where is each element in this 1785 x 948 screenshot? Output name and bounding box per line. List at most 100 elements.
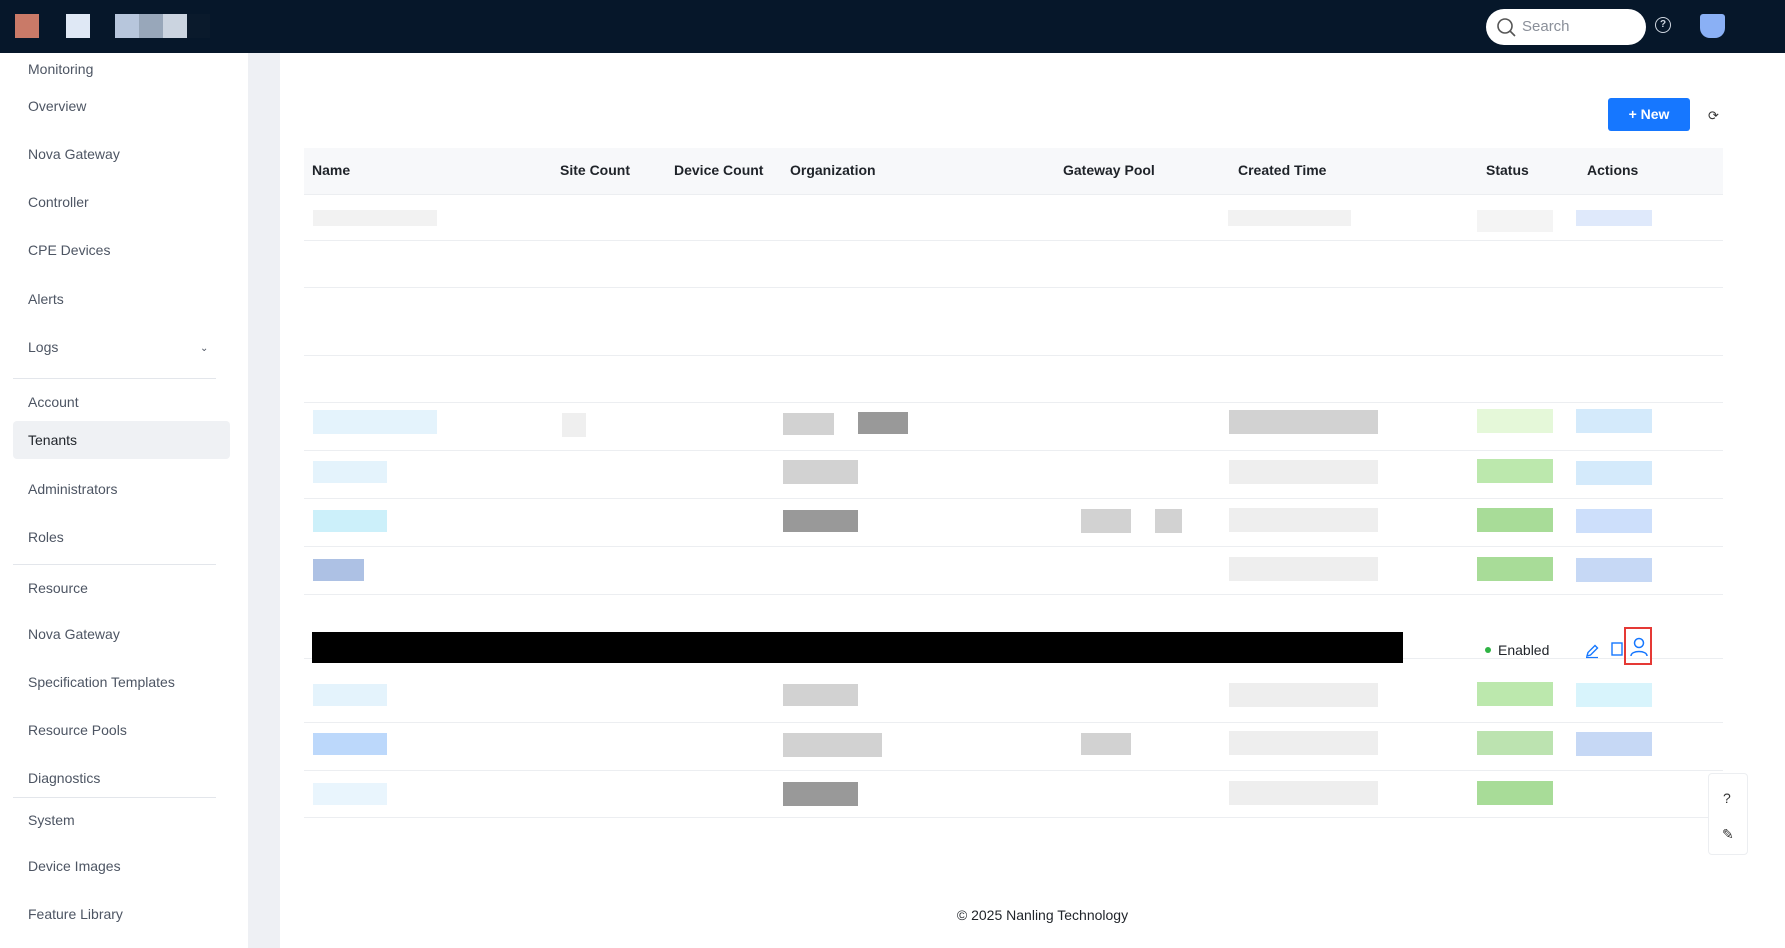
redacted-cell (1229, 781, 1378, 805)
new-tenant-button[interactable]: + New (1608, 98, 1690, 131)
redacted-cell (1081, 509, 1131, 533)
content-gutter (248, 53, 280, 948)
redacted-cell (783, 782, 858, 806)
footer-copyright: © 2025 Nanling Technology (956, 907, 1129, 923)
redacted-cell (313, 559, 364, 581)
column-header-device-count[interactable]: Device Count (674, 162, 763, 178)
sidebar-item-overview[interactable]: Overview (28, 98, 86, 114)
redacted-cell (313, 783, 387, 805)
product-name-logo (115, 14, 210, 38)
redacted-cell (1576, 558, 1652, 582)
redacted-cell (1477, 731, 1553, 755)
sidebar-item-specification-templates[interactable]: Specification Templates (28, 674, 175, 690)
redacted-cell (1477, 682, 1553, 706)
row-divider (304, 355, 1723, 356)
column-header-status[interactable]: Status (1486, 162, 1529, 178)
help-button[interactable]: ? (1723, 790, 1731, 806)
feedback-edit-button[interactable]: ✎ (1722, 826, 1734, 843)
row-divider (304, 287, 1723, 288)
table-header: Name Site Count Device Count Organizatio… (304, 148, 1723, 195)
top-navigation-bar: Search ? (0, 0, 1785, 53)
selection-highlight (1624, 627, 1652, 665)
sidebar-section-account: Account (28, 394, 79, 410)
search-input[interactable]: Search (1486, 9, 1646, 45)
sidebar-item-administrators[interactable]: Administrators (28, 481, 117, 497)
redacted-cell (1155, 509, 1182, 533)
redacted-cell (313, 210, 437, 226)
sidebar-section-resource: Resource (28, 580, 88, 596)
redacted-cell (1228, 210, 1351, 226)
search-icon (1497, 18, 1516, 37)
sidebar-item-nova-gateway[interactable]: Nova Gateway (28, 146, 120, 162)
sidebar-item-cpe-devices[interactable]: CPE Devices (28, 242, 110, 258)
redacted-cell (313, 684, 387, 706)
row-divider (304, 546, 1723, 547)
sidebar-item-resource-pools[interactable]: Resource Pools (28, 722, 127, 738)
sidebar-divider (13, 378, 216, 379)
help-icon[interactable]: ? (1655, 17, 1671, 33)
redacted-cell (1081, 733, 1131, 755)
redacted-cell (1576, 461, 1652, 485)
redacted-cell (313, 410, 437, 434)
column-header-organization[interactable]: Organization (790, 162, 876, 178)
app-switcher-icon[interactable] (66, 14, 90, 38)
row-divider (304, 770, 1723, 771)
row-divider (304, 817, 1723, 818)
redacted-cell (313, 510, 387, 532)
redacted-cell (562, 413, 586, 437)
brand-logo[interactable] (15, 14, 39, 38)
sidebar-item-alerts[interactable]: Alerts (28, 291, 64, 307)
sidebar-section-system: System (28, 812, 75, 828)
sidebar-item-nova-gateway-resource[interactable]: Nova Gateway (28, 626, 120, 642)
row-divider (304, 594, 1723, 595)
row-divider (304, 722, 1723, 723)
redacted-cell (1229, 557, 1378, 581)
redacted-cell (783, 413, 834, 435)
column-header-gateway-pool[interactable]: Gateway Pool (1063, 162, 1155, 178)
redacted-cell (783, 460, 858, 484)
redacted-cell (1576, 732, 1652, 756)
redacted-cell (1477, 459, 1553, 483)
sidebar-item-controller[interactable]: Controller (28, 194, 89, 210)
redacted-cell (1477, 210, 1553, 232)
row-divider (304, 402, 1723, 403)
redacted-cell (1477, 409, 1553, 433)
redacted-cell (1576, 509, 1652, 533)
copy-icon[interactable] (1610, 641, 1624, 657)
sidebar-item-diagnostics[interactable]: Diagnostics (28, 770, 100, 786)
redacted-cell (1229, 731, 1378, 755)
user-avatar[interactable] (1700, 14, 1725, 38)
sidebar-item-roles[interactable]: Roles (28, 529, 64, 545)
redacted-cell (783, 733, 882, 757)
redacted-cell (1477, 508, 1553, 532)
column-header-name[interactable]: Name (312, 162, 350, 178)
sidebar: Monitoring Overview Nova Gateway Control… (0, 53, 248, 948)
redacted-cell (1477, 557, 1553, 581)
redacted-cell (1477, 781, 1553, 805)
status-badge: Enabled (1498, 642, 1550, 658)
redacted-row-content (312, 632, 1403, 663)
sidebar-item-device-images[interactable]: Device Images (28, 858, 121, 874)
column-header-created-time[interactable]: Created Time (1238, 162, 1326, 178)
redacted-cell (1576, 210, 1652, 226)
edit-icon[interactable] (1584, 643, 1600, 659)
sidebar-section-monitoring: Monitoring (28, 61, 94, 77)
redacted-cell (858, 412, 908, 434)
sidebar-item-tenants[interactable]: Tenants (28, 432, 77, 448)
row-divider (304, 498, 1723, 499)
column-header-actions[interactable]: Actions (1587, 162, 1638, 178)
chevron-down-icon[interactable]: ⌄ (200, 343, 208, 354)
redacted-cell (313, 733, 387, 755)
status-dot (1485, 647, 1491, 653)
row-divider (304, 240, 1723, 241)
redacted-cell (1229, 410, 1378, 434)
sidebar-item-logs[interactable]: Logs (28, 339, 58, 355)
refresh-icon[interactable]: ⟳ (1708, 108, 1719, 124)
column-header-site-count[interactable]: Site Count (560, 162, 630, 178)
redacted-cell (783, 684, 858, 706)
row-divider (304, 450, 1723, 451)
redacted-cell (313, 461, 387, 483)
redacted-cell (1576, 409, 1652, 433)
sidebar-divider (13, 797, 216, 798)
sidebar-divider (13, 564, 216, 565)
